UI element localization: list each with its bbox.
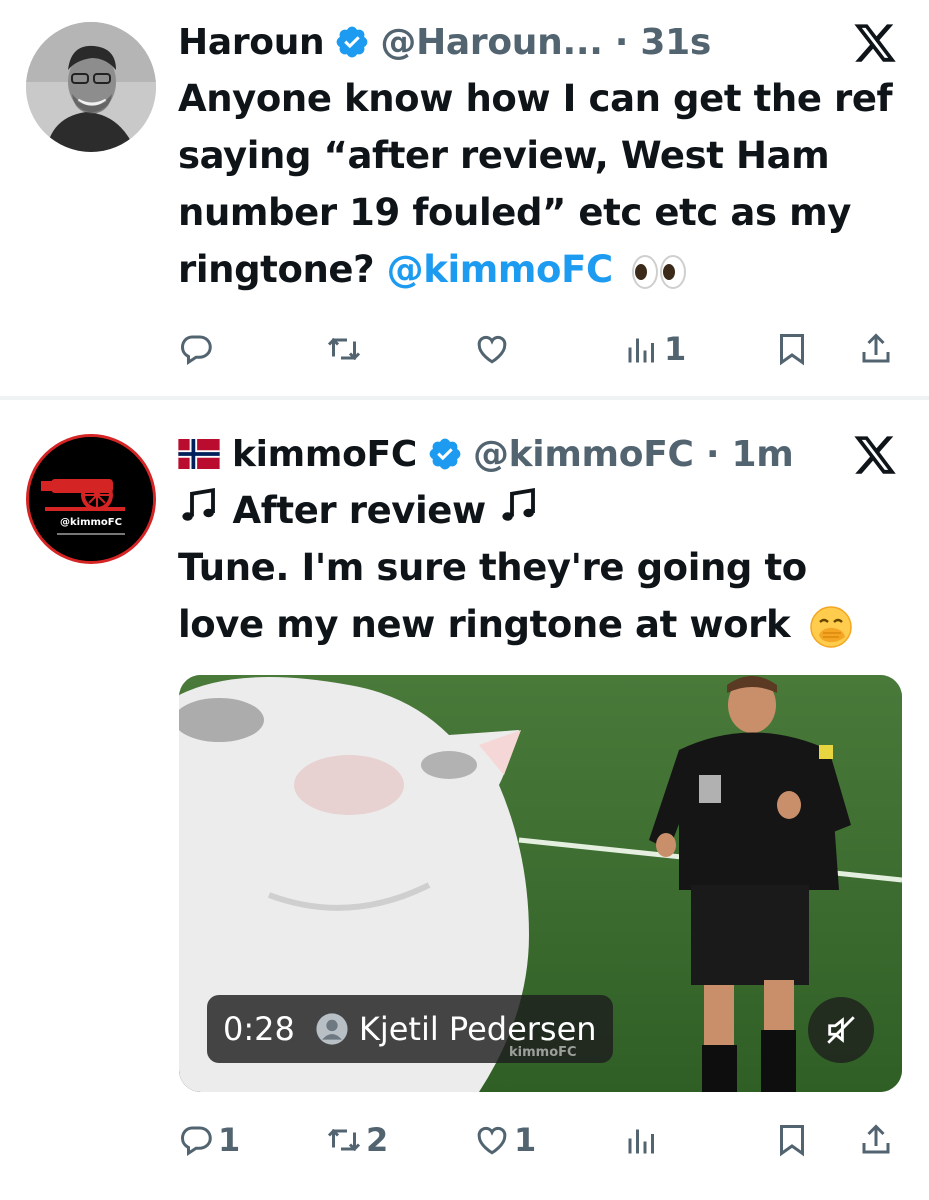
- face-with-hand-over-mouth-icon: [809, 605, 852, 648]
- bookmark-icon: [780, 1125, 804, 1157]
- avatar-text: @kimmoFC: [60, 517, 122, 528]
- views-icon: [628, 338, 654, 363]
- tweet-text-line: saying “after review, West Ham: [178, 134, 830, 177]
- tweet-text-fragment: After review: [232, 489, 486, 532]
- musical-notes-icon: [182, 487, 215, 521]
- views-count: 1: [664, 330, 687, 368]
- retweet-count: 2: [366, 1121, 389, 1159]
- verified-badge-icon: [429, 438, 461, 470]
- verified-badge-icon: [337, 26, 368, 58]
- reply-count: 1: [218, 1121, 241, 1159]
- heart-icon: [477, 335, 507, 364]
- user-handle[interactable]: @kimmoFC: [473, 434, 694, 475]
- tweet-kimmofc[interactable]: @kimmoFC kimmoFC @kimmoFC · 1m After rev…: [0, 400, 929, 1200]
- reply-icon: [180, 1126, 212, 1156]
- retweet-icon: [327, 1128, 361, 1152]
- cannon-logo-icon: @kimmoFC: [29, 437, 153, 561]
- user-avatar-icon: [316, 1013, 348, 1045]
- tweet-text-fragment: love my new ringtone at work: [178, 603, 791, 646]
- video-watermark: kimmoFC: [509, 1045, 577, 1060]
- tweet-text-line: number 19 fouled” etc etc as my: [178, 191, 851, 234]
- eyes-emoji-icon: [632, 254, 687, 289]
- retweet-button[interactable]: 2: [326, 1115, 388, 1165]
- tweet-header: kimmoFC @kimmoFC · 1m: [178, 426, 794, 482]
- views-icon: [628, 1129, 654, 1154]
- timestamp[interactable]: 31s: [640, 22, 711, 63]
- tweet-text-line: Tune. I'm sure they're going to: [178, 546, 807, 589]
- display-name[interactable]: Haroun: [178, 22, 325, 63]
- x-logo-icon: [854, 436, 896, 474]
- retweet-icon: [327, 337, 361, 361]
- video-author[interactable]: Kjetil Pedersen: [359, 1010, 597, 1048]
- tweet-text-line-last: ringtone? @kimmoFC: [178, 241, 898, 298]
- bookmark-icon: [780, 334, 804, 366]
- avatar[interactable]: [26, 22, 156, 152]
- tweet-actions: 1: [178, 324, 898, 374]
- norway-flag-icon: [178, 439, 220, 469]
- tweet-text-line: After review: [178, 482, 898, 539]
- video-player[interactable]: 0:28 Kjetil Pedersen kimmoFC: [179, 675, 902, 1092]
- heart-icon: [477, 1126, 507, 1155]
- time-separator: ·: [693, 433, 732, 475]
- bookmark-button[interactable]: [774, 1115, 810, 1165]
- tweet-text-line-last: love my new ringtone at work: [178, 596, 898, 653]
- display-name[interactable]: kimmoFC: [232, 434, 417, 475]
- reply-button[interactable]: [178, 324, 218, 374]
- user-handle[interactable]: @Haroun...: [380, 22, 603, 63]
- muted-speaker-icon: [827, 1016, 855, 1044]
- retweet-button[interactable]: [326, 324, 366, 374]
- avatar[interactable]: @kimmoFC: [26, 434, 156, 564]
- reply-icon: [180, 335, 212, 365]
- mention-link[interactable]: @kimmoFC: [387, 248, 613, 291]
- share-icon: [862, 1124, 890, 1154]
- tweet-header: Haroun @Haroun... · 31s: [178, 14, 711, 70]
- timestamp[interactable]: 1m: [731, 434, 793, 475]
- tweet-text: Anyone know how I can get the ref saying…: [178, 70, 898, 298]
- share-icon: [862, 333, 890, 363]
- share-button[interactable]: [858, 324, 894, 374]
- video-duration: 0:28: [223, 1010, 295, 1048]
- views-button[interactable]: 1: [624, 324, 686, 374]
- tweet-actions: 1 2 1: [178, 1115, 898, 1165]
- avatar-photo: [26, 22, 156, 152]
- bookmark-button[interactable]: [774, 324, 810, 374]
- tweet-text-line: Anyone know how I can get the ref: [178, 77, 893, 120]
- tweet-haroun[interactable]: Haroun @Haroun... · 31s Anyone know how …: [0, 0, 929, 396]
- x-logo-icon: [854, 24, 896, 62]
- tweet-text: After review Tune. I'm sure they're goin…: [178, 482, 898, 653]
- share-button[interactable]: [858, 1115, 894, 1165]
- tweet-text-fragment: ringtone?: [178, 248, 375, 291]
- like-button[interactable]: 1: [474, 1115, 536, 1165]
- like-button[interactable]: [474, 324, 514, 374]
- time-separator: ·: [602, 21, 641, 63]
- musical-notes-icon: [502, 487, 536, 521]
- reply-button[interactable]: 1: [178, 1115, 240, 1165]
- views-button[interactable]: [624, 1115, 664, 1165]
- like-count: 1: [514, 1121, 537, 1159]
- mute-button[interactable]: [808, 997, 874, 1063]
